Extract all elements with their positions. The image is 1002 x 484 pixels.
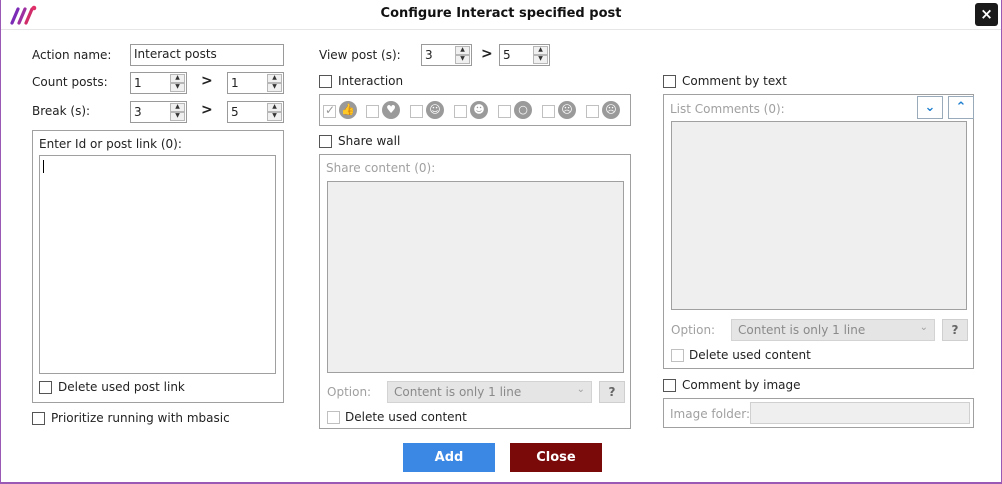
comment-delete-used-content-checkbox[interactable]: [671, 349, 684, 362]
sort-down-icon[interactable]: ⌄: [917, 96, 943, 119]
spin-down-icon[interactable]: ▼: [533, 55, 548, 64]
spin-down-icon[interactable]: ▼: [267, 83, 282, 92]
break-to-spinner[interactable]: 5 ▲ ▼: [227, 101, 284, 123]
love-icon: ♥: [382, 101, 400, 119]
comment-option-select[interactable]: Content is only 1 line ⌄: [731, 319, 935, 341]
spin-down-icon[interactable]: ▼: [170, 112, 185, 121]
list-comments-label: List Comments (0):: [670, 102, 785, 116]
share-content-label: Share content (0):: [326, 161, 436, 175]
chevron-down-icon: ⌄: [576, 384, 585, 395]
interaction-checkbox[interactable]: [319, 75, 332, 88]
reaction-like-checkbox[interactable]: [323, 103, 336, 118]
post-links-textarea[interactable]: [39, 155, 276, 374]
share-content-group: Share content (0): Option: Content is on…: [319, 154, 631, 429]
image-folder-label: Image folder:: [670, 407, 751, 421]
comments-textarea[interactable]: [671, 121, 967, 310]
view-post-from-spinner[interactable]: 3 ▲ ▼: [421, 44, 472, 66]
sad-icon: ☹: [558, 101, 576, 119]
count-posts-to-value: 1: [231, 76, 239, 90]
reactions-group: 👍 ♥ ☺ ☻ ○ ☹ ☹: [319, 94, 631, 126]
reaction-haha-checkbox[interactable]: [454, 105, 467, 118]
break-label: Break (s):: [32, 104, 91, 118]
enter-id-label: Enter Id or post link (0):: [39, 137, 182, 151]
share-option-help-button[interactable]: ?: [599, 381, 625, 403]
post-links-group: Enter Id or post link (0): Delete used p…: [32, 130, 284, 403]
reaction-love-checkbox[interactable]: [366, 105, 379, 118]
reaction-angry-checkbox[interactable]: [586, 105, 599, 118]
prioritize-mbasic-label: Prioritize running with mbasic: [51, 411, 230, 425]
count-posts-to-spinner[interactable]: 1 ▲ ▼: [227, 72, 284, 94]
reaction-sad-checkbox[interactable]: [542, 105, 555, 118]
view-post-label: View post (s):: [319, 48, 401, 62]
action-name-input[interactable]: Interact posts: [130, 44, 284, 66]
close-button[interactable]: Close: [510, 443, 602, 472]
share-wall-label: Share wall: [338, 134, 401, 148]
count-posts-from-value: 1: [134, 76, 142, 90]
spin-up-icon[interactable]: ▲: [170, 74, 185, 83]
spin-up-icon[interactable]: ▲: [533, 46, 548, 55]
share-delete-used-content-checkbox[interactable]: [327, 411, 340, 424]
interaction-label: Interaction: [338, 74, 404, 88]
share-option-label: Option:: [327, 385, 372, 399]
view-post-to-spinner[interactable]: 5 ▲ ▼: [499, 44, 550, 66]
window-title: Configure Interact specified post: [380, 6, 622, 21]
spin-up-icon[interactable]: ▲: [455, 46, 470, 55]
spin-up-icon[interactable]: ▲: [267, 103, 282, 112]
reaction-wow-checkbox[interactable]: [498, 105, 511, 118]
chevron-down-icon: ⌄: [919, 322, 928, 333]
delete-used-post-link-checkbox[interactable]: [39, 381, 52, 394]
share-option-select[interactable]: Content is only 1 line ⌄: [387, 381, 592, 403]
share-content-textarea[interactable]: [327, 181, 624, 373]
spin-up-icon[interactable]: ▲: [267, 74, 282, 83]
range-separator: >: [201, 73, 213, 89]
comment-option-value: Content is only 1 line: [738, 323, 866, 337]
break-from-value: 3: [134, 105, 142, 119]
comment-by-image-checkbox[interactable]: [663, 379, 676, 392]
haha-icon: ☻: [470, 101, 488, 119]
comment-by-text-checkbox[interactable]: [663, 75, 676, 88]
text-caret: [43, 160, 44, 173]
like-icon: 👍: [339, 101, 357, 119]
comments-group: List Comments (0): ⌄ ⌃ Option: Content i…: [663, 94, 974, 369]
close-window-icon[interactable]: ×: [975, 3, 998, 26]
add-button[interactable]: Add: [403, 443, 495, 472]
share-option-value: Content is only 1 line: [394, 385, 522, 399]
view-post-from-value: 3: [425, 48, 433, 62]
spin-down-icon[interactable]: ▼: [170, 83, 185, 92]
spin-down-icon[interactable]: ▼: [267, 112, 282, 121]
title-bar: Configure Interact specified post ×: [1, 0, 1001, 30]
comment-by-text-label: Comment by text: [682, 74, 787, 88]
spin-up-icon[interactable]: ▲: [170, 103, 185, 112]
comment-option-help-button[interactable]: ?: [942, 319, 968, 341]
delete-used-post-link-label: Delete used post link: [58, 380, 185, 394]
action-name-label: Action name:: [32, 48, 112, 62]
share-delete-used-content-label: Delete used content: [345, 410, 467, 424]
comment-option-label: Option:: [671, 323, 716, 337]
image-folder-input[interactable]: [750, 402, 970, 424]
view-post-to-value: 5: [503, 48, 511, 62]
wow-icon: ○: [514, 101, 532, 119]
count-posts-label: Count posts:: [32, 75, 108, 89]
break-to-value: 5: [231, 105, 239, 119]
prioritize-mbasic-checkbox[interactable]: [32, 412, 45, 425]
sort-up-icon[interactable]: ⌃: [948, 96, 974, 119]
image-folder-group: Image folder:: [663, 398, 974, 428]
dialog-window: Configure Interact specified post × Acti…: [0, 0, 1002, 484]
spin-down-icon[interactable]: ▼: [455, 55, 470, 64]
care-icon: ☺: [426, 101, 444, 119]
count-posts-from-spinner[interactable]: 1 ▲ ▼: [130, 72, 187, 94]
angry-icon: ☹: [602, 101, 620, 119]
range-separator: >: [201, 102, 213, 118]
range-separator: >: [481, 46, 493, 62]
comment-delete-used-content-label: Delete used content: [689, 348, 811, 362]
reaction-care-checkbox[interactable]: [410, 105, 423, 118]
share-wall-checkbox[interactable]: [319, 135, 332, 148]
comment-by-image-label: Comment by image: [682, 378, 801, 392]
break-from-spinner[interactable]: 3 ▲ ▼: [130, 101, 187, 123]
